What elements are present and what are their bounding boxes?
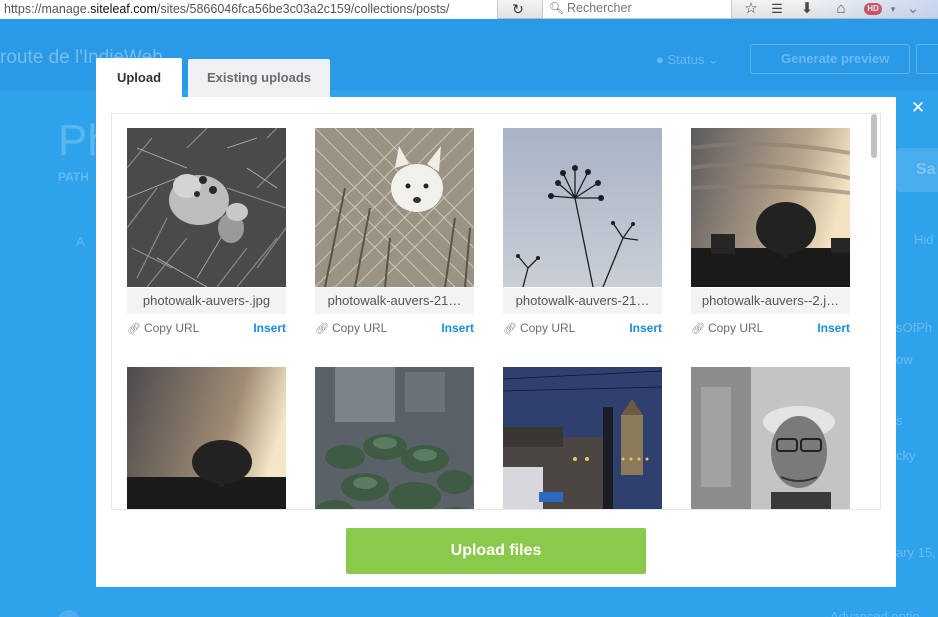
copy-url-link[interactable]: 🔗︎ Copy URL: [127, 321, 199, 335]
thumbnail-white-dog-fence: [315, 128, 474, 287]
chevron-down-icon[interactable]: ▾: [884, 0, 902, 19]
thumbnail-image[interactable]: [691, 128, 850, 287]
thumbnail-plant-silhouette: [503, 128, 662, 287]
reload-icon[interactable]: ↻: [504, 0, 532, 19]
background-tag-label: sOfPh: [896, 320, 933, 335]
insert-button[interactable]: Insert: [817, 321, 850, 335]
copy-url-link[interactable]: 🔗︎ Copy URL: [503, 321, 575, 335]
status-label: Status: [667, 52, 705, 67]
filename-label: photowalk-auvers-.jpg: [127, 288, 286, 314]
upload-files-button[interactable]: Upload files: [346, 528, 646, 574]
thumbnail-old-man-portrait: [691, 367, 850, 509]
tab-upload[interactable]: Upload: [96, 58, 182, 98]
thumbnail-image[interactable]: [315, 128, 474, 287]
browser-toolbar: https://manage.siteleaf.com/sites/586604…: [0, 0, 938, 19]
insert-button[interactable]: Insert: [441, 321, 474, 335]
thumbnail-image[interactable]: [503, 128, 662, 287]
search-icon: 🔍︎: [549, 1, 565, 15]
background-hide-label: Hid: [914, 232, 934, 247]
url-domain: siteleaf.com: [90, 2, 157, 16]
grid-scrollbar[interactable]: [868, 114, 880, 509]
close-icon[interactable]: ✕: [908, 98, 928, 118]
filename-label: photowalk-auvers--2.j…: [691, 288, 850, 314]
home-icon[interactable]: ⌂: [832, 0, 850, 19]
url-field[interactable]: https://manage.siteleaf.com/sites/586604…: [0, 0, 498, 19]
background-a-label: A: [76, 234, 85, 249]
thumbnail-image[interactable]: [503, 367, 662, 509]
upload-modal: photowalk-auvers-.jpg 🔗︎Copy URL Insert: [96, 97, 896, 587]
copy-url-label: Copy URL: [519, 321, 576, 335]
browser-search-input[interactable]: 🔍︎ Rechercher: [542, 0, 732, 19]
link-icon: 🔗︎: [691, 323, 705, 335]
menu-icon[interactable]: ⌄: [904, 0, 922, 19]
insert-button[interactable]: Insert: [253, 321, 286, 335]
scrollbar-thumb[interactable]: [871, 114, 877, 158]
copy-url-link[interactable]: 🔗︎ Copy URL: [315, 321, 387, 335]
thumbnail-sunset-tree: [691, 128, 850, 287]
background-date-label: ary 15,: [896, 545, 936, 560]
insert-button[interactable]: Insert: [629, 321, 662, 335]
background-show-label: ow: [896, 352, 913, 367]
thumbnail-sunset-tree-2: [127, 367, 286, 509]
filename-label: photowalk-auvers-21…: [315, 288, 474, 314]
background-generate-preview-button: Generate preview: [750, 44, 910, 74]
thumbnail-leaves-grave: [315, 367, 474, 509]
background-status-dropdown: ● Status ⌄: [656, 52, 719, 67]
download-icon[interactable]: ⬇: [798, 0, 816, 19]
thumbnail-image[interactable]: [691, 367, 850, 509]
filename-label: photowalk-auvers-21…: [503, 288, 662, 314]
search-placeholder: Rechercher: [567, 1, 632, 15]
uploads-grid[interactable]: photowalk-auvers-.jpg 🔗︎Copy URL Insert: [111, 113, 881, 510]
link-icon: 🔗︎: [315, 323, 329, 335]
reading-list-icon[interactable]: ☰: [768, 0, 786, 19]
copy-url-label: Copy URL: [331, 321, 388, 335]
copy-url-link[interactable]: 🔗︎ Copy URL: [691, 321, 763, 335]
url-prefix: https://manage.: [4, 2, 91, 16]
link-icon: 🔗︎: [127, 323, 141, 335]
thumbnail-night-village: [503, 367, 662, 509]
hd-extension-badge[interactable]: HD: [864, 3, 882, 15]
tab-existing-uploads[interactable]: Existing uploads: [188, 59, 330, 97]
link-icon: 🔗︎: [503, 323, 517, 335]
background-save-button: Sa: [896, 148, 938, 192]
bookmark-star-icon[interactable]: ☆: [742, 0, 760, 19]
copy-url-label: Copy URL: [143, 321, 200, 335]
background-path-label: PATH: [58, 170, 89, 184]
thumbnail-image[interactable]: [127, 367, 286, 509]
thumbnail-image[interactable]: [127, 128, 286, 287]
background-cky-label: cky: [896, 448, 916, 463]
copy-url-label: Copy URL: [707, 321, 764, 335]
background-s-label: s: [896, 413, 903, 428]
background-toolbar-button: [916, 44, 938, 74]
background-advanced-options: Advanced optio: [830, 609, 920, 617]
thumbnail-image[interactable]: [315, 367, 474, 509]
thumbnail-toy-grass: [127, 128, 286, 287]
url-path: /sites/5866046fca56be3c03a2c159/collecti…: [156, 2, 450, 16]
